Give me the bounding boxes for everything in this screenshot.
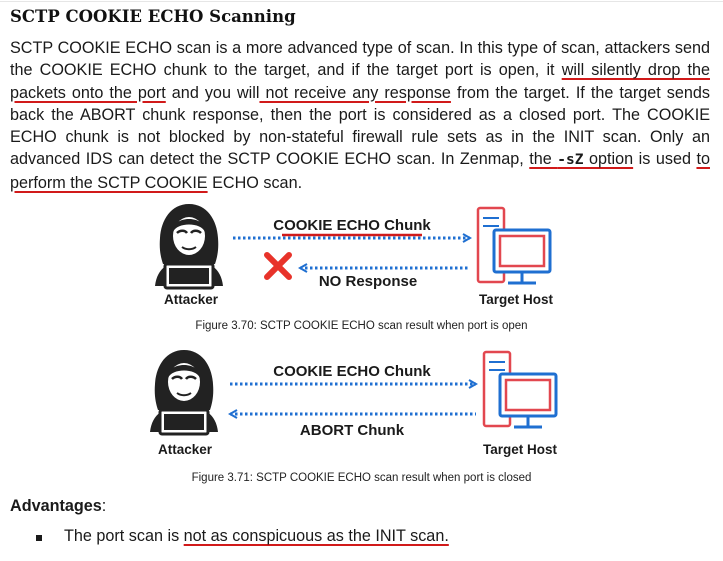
advantages-colon: : — [101, 497, 107, 515]
figure-closed-diagram: COOKIE ECHO Chunk ABORT Chunk Attacker T… — [150, 350, 558, 457]
fig2-bottom-label: ABORT Chunk — [300, 422, 405, 439]
fig1-bottom-label: NO Response — [319, 273, 417, 290]
figure-open-port: COOKIE ECHO Chunk NO Response Attacker T… — [0, 196, 723, 342]
bullet-icon — [36, 535, 42, 541]
para-text-5: ECHO scan. — [207, 173, 303, 192]
hacker-icon — [150, 350, 218, 436]
cross-icon — [264, 252, 292, 280]
para-text-2: and you will — [165, 83, 260, 102]
body-paragraph: SCTP COOKIE ECHO scan is a more advanced… — [10, 37, 710, 194]
top-divider — [0, 1, 723, 2]
document-page: SCTP COOKIE ECHO Scanning SCTP COOKIE EC… — [0, 0, 723, 561]
option-code: -sZ — [557, 152, 584, 169]
figure1-caption: Figure 3.70: SCTP COOKIE ECHO scan resul… — [195, 320, 528, 332]
para-underline-3b: option — [583, 150, 634, 169]
fig1-target-label: Target Host — [479, 292, 554, 307]
section-heading: SCTP COOKIE ECHO Scanning — [10, 7, 296, 26]
figure2-caption: Figure 3.71: SCTP COOKIE ECHO scan resul… — [191, 472, 532, 484]
list-item: The port scan is not as conspicuous as t… — [36, 527, 449, 546]
advantages-heading: Advantages: — [10, 497, 106, 516]
advantages-list: The port scan is not as conspicuous as t… — [36, 527, 449, 546]
hacker-icon — [155, 204, 223, 290]
fig2-top-label: COOKIE ECHO Chunk — [273, 363, 431, 380]
para-text-4: is used — [633, 150, 697, 169]
para-underline-3: the -sZ option — [529, 150, 633, 168]
advantage-underlined: not as conspicuous as the INIT scan. — [183, 527, 449, 545]
figure-closed-port: COOKIE ECHO Chunk ABORT Chunk Attacker T… — [0, 346, 723, 492]
server-monitor-icon — [482, 350, 558, 429]
fig2-attacker-label: Attacker — [158, 442, 213, 457]
advantage-prefix: The port scan is — [64, 527, 184, 545]
figure-open-diagram: COOKIE ECHO Chunk NO Response Attacker T… — [155, 204, 554, 307]
fig2-target-label: Target Host — [483, 442, 558, 457]
fig1-attacker-label: Attacker — [164, 292, 219, 307]
para-underline-3a: the — [529, 150, 558, 169]
advantages-title: Advantages — [10, 497, 102, 515]
para-underline-2: not receive any response — [259, 83, 451, 102]
fig1-top-label: COOKIE ECHO Chunk — [273, 217, 431, 234]
server-monitor-icon — [476, 206, 552, 285]
